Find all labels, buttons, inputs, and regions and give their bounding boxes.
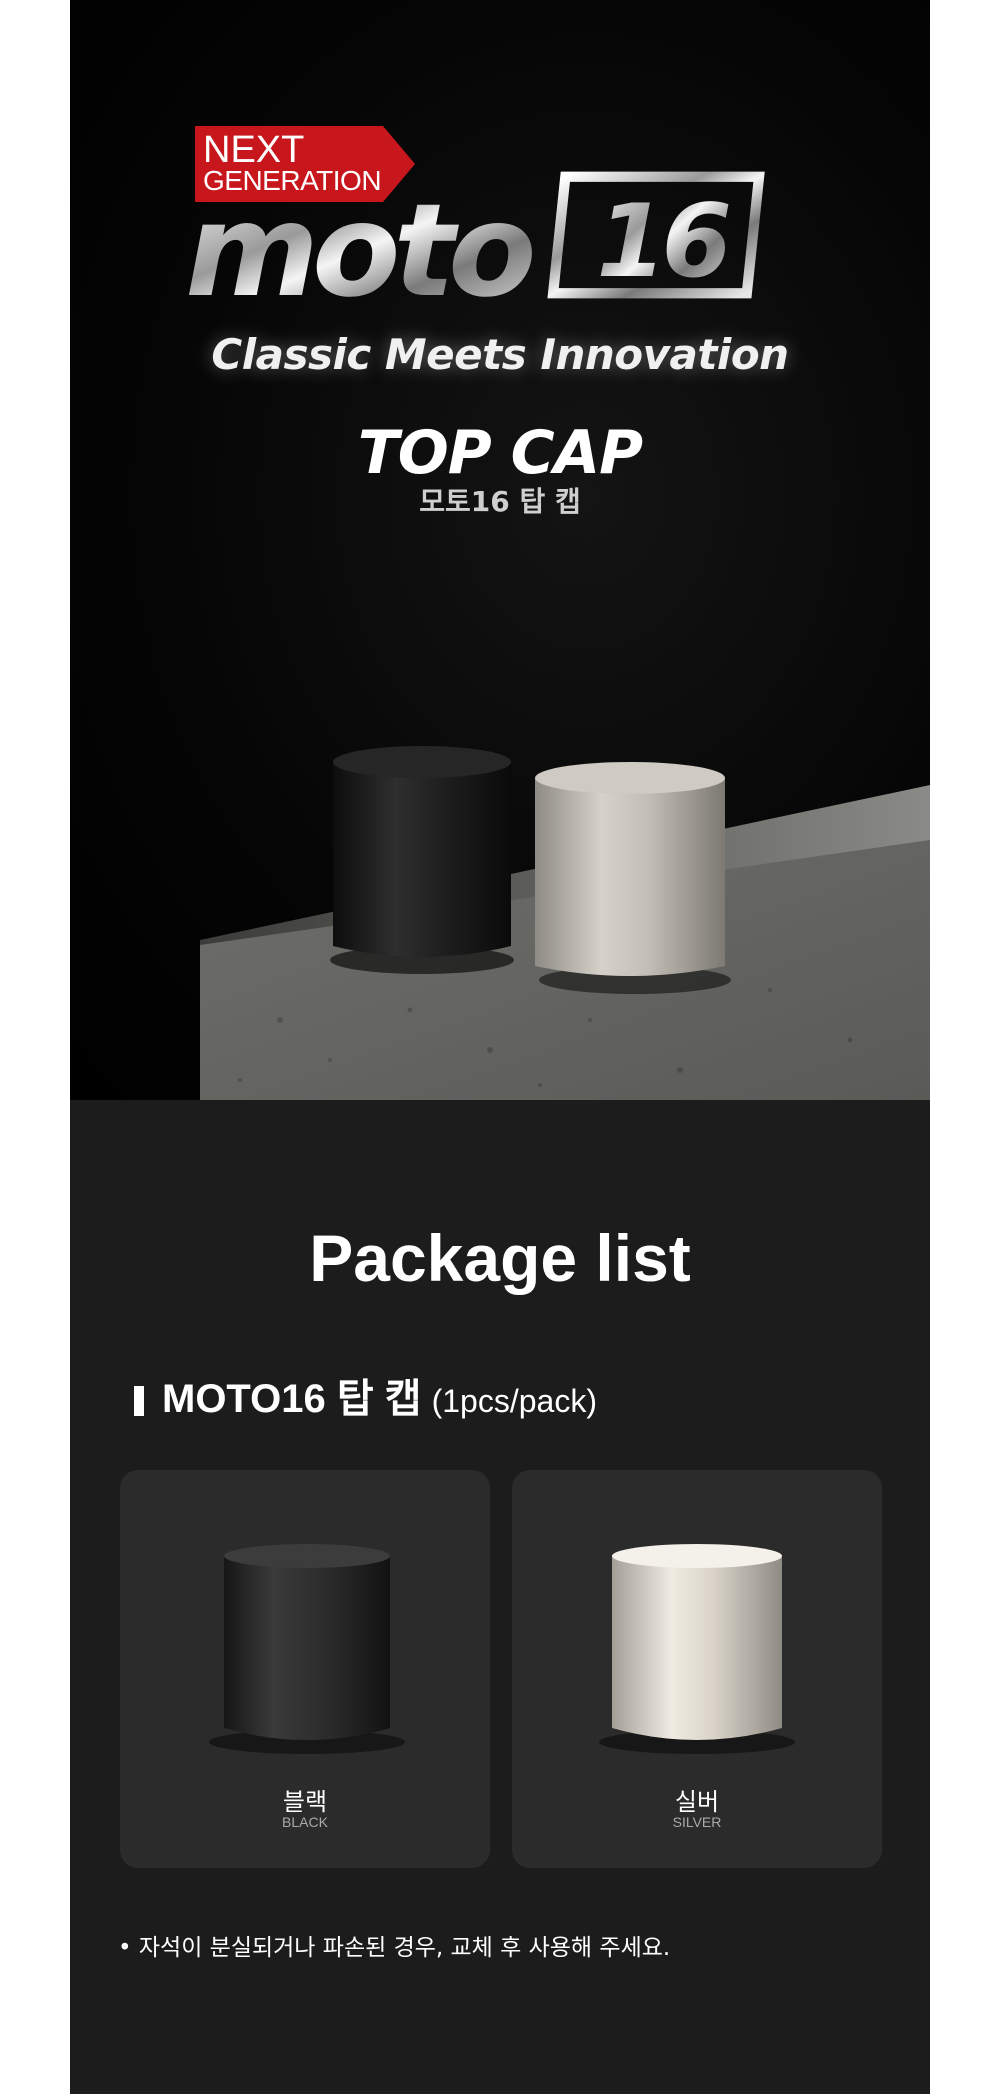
black-cap-photo [330,746,514,974]
variant-card-black: 블랙 BLACK [120,1470,490,1868]
logo-number-16: 16 [596,182,728,300]
variant-card-silver: 실버 SILVER [512,1470,882,1868]
product-subtitle: 모토16 탑 캡 [419,485,581,518]
hero-section: NEXT GENERATION moto 16 Classic Meets In… [70,0,930,1100]
heading-bar [134,1386,144,1416]
silver-cap-photo [535,762,731,994]
variant-label-en: BLACK [282,1814,328,1830]
product-title: TOP CAP [357,418,643,488]
hero-product-photo [200,746,930,1100]
replacement-notice: • 자석이 분실되거나 파손된 경우, 교체 후 사용해 주세요. [118,1935,671,1961]
variant-label-ko: 블랙 [282,1788,328,1816]
package-item-name: MOTO16 탑 캡 [162,1377,422,1421]
variant-label-en: SILVER [672,1814,722,1830]
package-item-quantity: (1pcs/pack) [431,1383,597,1419]
logo-word-moto: moto [185,177,532,310]
variant-label-ko: 실버 [674,1788,720,1816]
tagline: Classic Meets Innovation [211,330,789,379]
black-cap-image [209,1544,405,1754]
package-item-heading: MOTO16 탑 캡 (1pcs/pack) [134,1366,597,1424]
logo-wordmark: moto 16 [185,171,765,310]
package-list-heading: Package list [309,1221,691,1295]
product-detail-page: NEXT GENERATION moto 16 Classic Meets In… [70,0,930,2094]
silver-cap-image [599,1544,795,1754]
